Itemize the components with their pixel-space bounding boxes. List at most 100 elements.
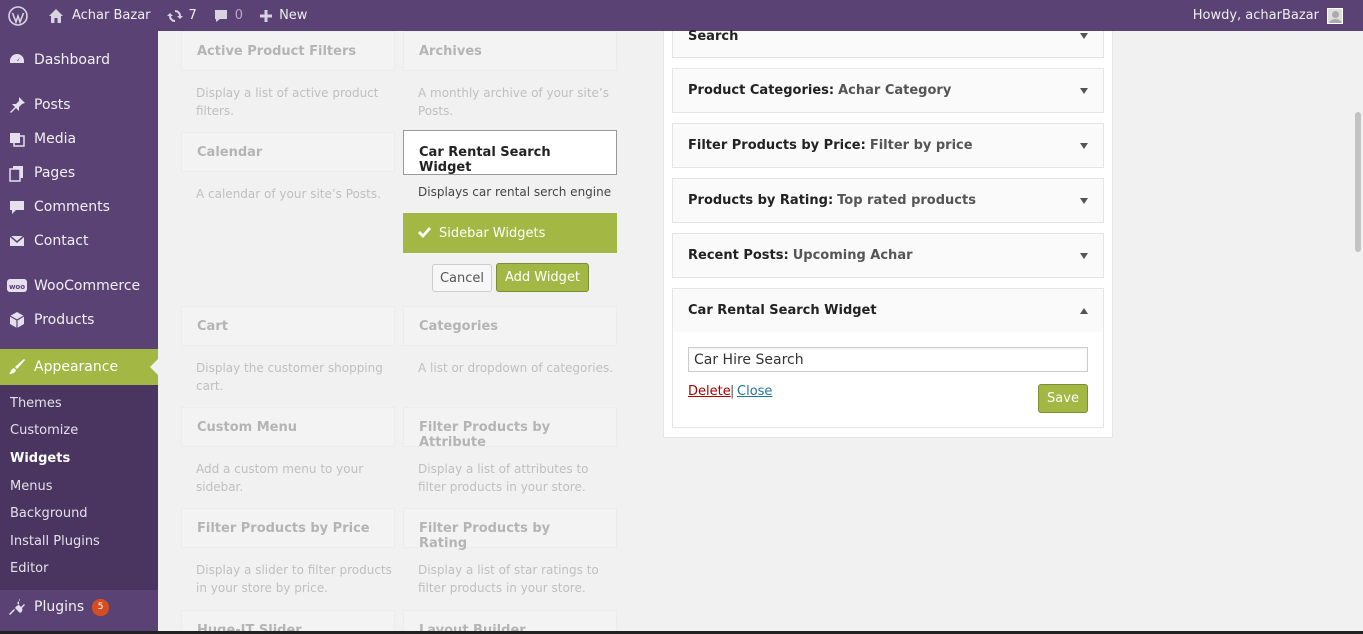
chevron-down-icon[interactable] xyxy=(1080,252,1088,259)
menu-dashboard-label: Dashboard xyxy=(34,52,110,68)
sidebar-widget-name: Filter Products by Price xyxy=(688,138,861,153)
save-button[interactable]: Save xyxy=(1038,384,1088,413)
widget-name: Categories xyxy=(419,319,499,334)
menu-pages[interactable]: Pages xyxy=(0,160,158,186)
chevron-down-icon[interactable] xyxy=(1080,197,1088,204)
my-account[interactable]: Howdy, acharBazar xyxy=(1192,7,1363,24)
chevron-down-icon[interactable] xyxy=(1080,142,1088,149)
menu-contact[interactable]: Contact xyxy=(0,228,158,254)
sidebar-widget-filter-by-price[interactable]: Filter Products by Price: Filter by pric… xyxy=(672,123,1104,168)
sidebar-widget-name: Recent Posts xyxy=(688,248,784,263)
media-icon xyxy=(10,133,25,147)
sidebar-widget-search[interactable]: Search xyxy=(672,29,1104,58)
howdy-text: Howdy, acharBazar xyxy=(1192,8,1319,23)
submenu-background[interactable]: Background xyxy=(10,506,88,521)
delete-link[interactable]: Delete xyxy=(688,384,731,399)
plug-icon xyxy=(9,599,25,615)
widget-name: Filter Products by Rating xyxy=(419,521,551,551)
widget-tile-cart[interactable]: Cart xyxy=(181,306,395,346)
widget-desc: Display a list of active product filters… xyxy=(196,86,379,118)
sidebar-widget-products-by-rating[interactable]: Products by Rating: Top rated products xyxy=(672,178,1104,223)
scrollbar-thumb[interactable] xyxy=(1355,112,1361,252)
chevron-up-icon[interactable] xyxy=(1080,307,1088,314)
sidebar-widget-name: Products by Rating xyxy=(688,193,828,208)
comments-count: 0 xyxy=(234,8,244,23)
sidebar-widget-product-categories[interactable]: Product Categories: Achar Category xyxy=(672,68,1104,113)
widget-tile-active-product-filters[interactable]: Active Product Filters xyxy=(181,31,395,71)
menu-comments-label: Comments xyxy=(34,199,110,215)
sidebar-widget-car-rental-search[interactable]: Car Rental Search Widget xyxy=(672,288,1104,333)
title-separator: : xyxy=(860,138,866,153)
widget-name: Filter Products by Attribute xyxy=(419,420,551,450)
close-link[interactable]: Close xyxy=(737,384,772,399)
widget-title-input[interactable] xyxy=(688,347,1088,372)
widget-tile-filter-products-by-attribute[interactable]: Filter Products by Attribute xyxy=(403,407,617,450)
sidebar-widget-recent-posts[interactable]: Recent Posts: Upcoming Achar xyxy=(672,233,1104,278)
menu-comments[interactable]: Comments xyxy=(0,194,158,220)
submenu-menus[interactable]: Menus xyxy=(10,479,52,494)
menu-woocommerce[interactable]: woo WooCommerce xyxy=(0,273,158,299)
pages-icon xyxy=(9,166,23,182)
admin-sidebar: Dashboard Posts Media Pages Comments Con… xyxy=(0,31,158,634)
sidebar-widget-name: Search xyxy=(688,29,739,44)
menu-products[interactable]: Products xyxy=(0,307,158,333)
menu-contact-label: Contact xyxy=(34,233,89,249)
widget-tile-calendar[interactable]: Calendar xyxy=(181,132,395,172)
add-widget-button[interactable]: Add Widget xyxy=(496,263,589,292)
new-label: New xyxy=(279,8,308,23)
box-icon xyxy=(9,312,25,328)
updates-icon xyxy=(166,9,183,22)
widget-tile-categories[interactable]: Categories xyxy=(403,306,617,346)
link-separator: | xyxy=(730,384,735,399)
widget-tile-filter-products-by-rating[interactable]: Filter Products by Rating xyxy=(403,508,617,551)
sidebar-widget-title: Filter by price xyxy=(869,138,973,153)
home-icon xyxy=(49,8,63,23)
widget-desc: A calendar of your site’s Posts. xyxy=(196,187,381,201)
comments-icon xyxy=(10,201,24,214)
checkmark-icon xyxy=(418,227,431,238)
paintbrush-icon xyxy=(9,359,25,374)
widget-desc: A monthly archive of your site’s Posts. xyxy=(418,86,609,118)
site-name-link[interactable]: Achar Bazar xyxy=(40,0,159,31)
chevron-down-icon[interactable] xyxy=(1080,87,1088,94)
wordpress-logo[interactable] xyxy=(0,0,40,31)
widget-name: Active Product Filters xyxy=(197,44,357,59)
sidebar-widget-title: Upcoming Achar xyxy=(792,248,913,263)
comment-icon xyxy=(214,9,227,22)
sidebar-widget-title: Top rated products xyxy=(837,193,976,208)
chooser-sidebar-option[interactable]: Sidebar Widgets xyxy=(403,213,617,253)
menu-appearance-label: Appearance xyxy=(34,359,119,375)
site-name: Achar Bazar xyxy=(72,8,151,23)
chooser-widget-description: Displays car rental serch engine xyxy=(418,185,612,199)
menu-media-label: Media xyxy=(34,131,77,147)
title-separator: : xyxy=(827,193,834,208)
widget-desc: Display a slider to filter products in y… xyxy=(196,563,392,595)
menu-plugins[interactable]: Plugins 5 xyxy=(0,594,158,620)
new-content-link[interactable]: New xyxy=(251,0,315,31)
widget-tile-archives[interactable]: Archives xyxy=(403,31,617,71)
submenu-widgets[interactable]: Widgets xyxy=(10,451,70,466)
submenu-customize[interactable]: Customize xyxy=(10,423,78,438)
submenu-install-plugins[interactable]: Install Plugins xyxy=(10,534,100,549)
menu-media[interactable]: Media xyxy=(0,126,158,152)
chooser-widget-title[interactable]: Car Rental Search Widget xyxy=(403,130,617,175)
chevron-down-icon[interactable] xyxy=(1080,33,1088,39)
submenu-themes[interactable]: Themes xyxy=(10,396,62,411)
submenu-editor[interactable]: Editor xyxy=(10,561,48,576)
woocommerce-icon: woo xyxy=(7,279,27,292)
widget-name: Filter Products by Price xyxy=(197,521,370,536)
widget-desc: Display a list of star ratings to filter… xyxy=(418,563,599,595)
menu-pages-label: Pages xyxy=(34,165,76,181)
menu-dashboard[interactable]: Dashboard xyxy=(0,47,158,73)
cancel-button[interactable]: Cancel xyxy=(432,264,492,292)
widget-name: Cart xyxy=(197,319,228,334)
menu-posts[interactable]: Posts xyxy=(0,92,158,118)
widget-tile-custom-menu[interactable]: Custom Menu xyxy=(181,407,395,447)
updates-link[interactable]: 7 xyxy=(159,0,205,31)
menu-posts-label: Posts xyxy=(34,97,71,113)
sidebar-widget-name: Car Rental Search Widget xyxy=(688,303,877,318)
comments-link[interactable]: 0 xyxy=(205,0,251,31)
menu-appearance[interactable]: Appearance xyxy=(0,349,158,385)
widget-tile-filter-products-by-price[interactable]: Filter Products by Price xyxy=(181,508,395,548)
envelope-icon xyxy=(9,235,25,246)
